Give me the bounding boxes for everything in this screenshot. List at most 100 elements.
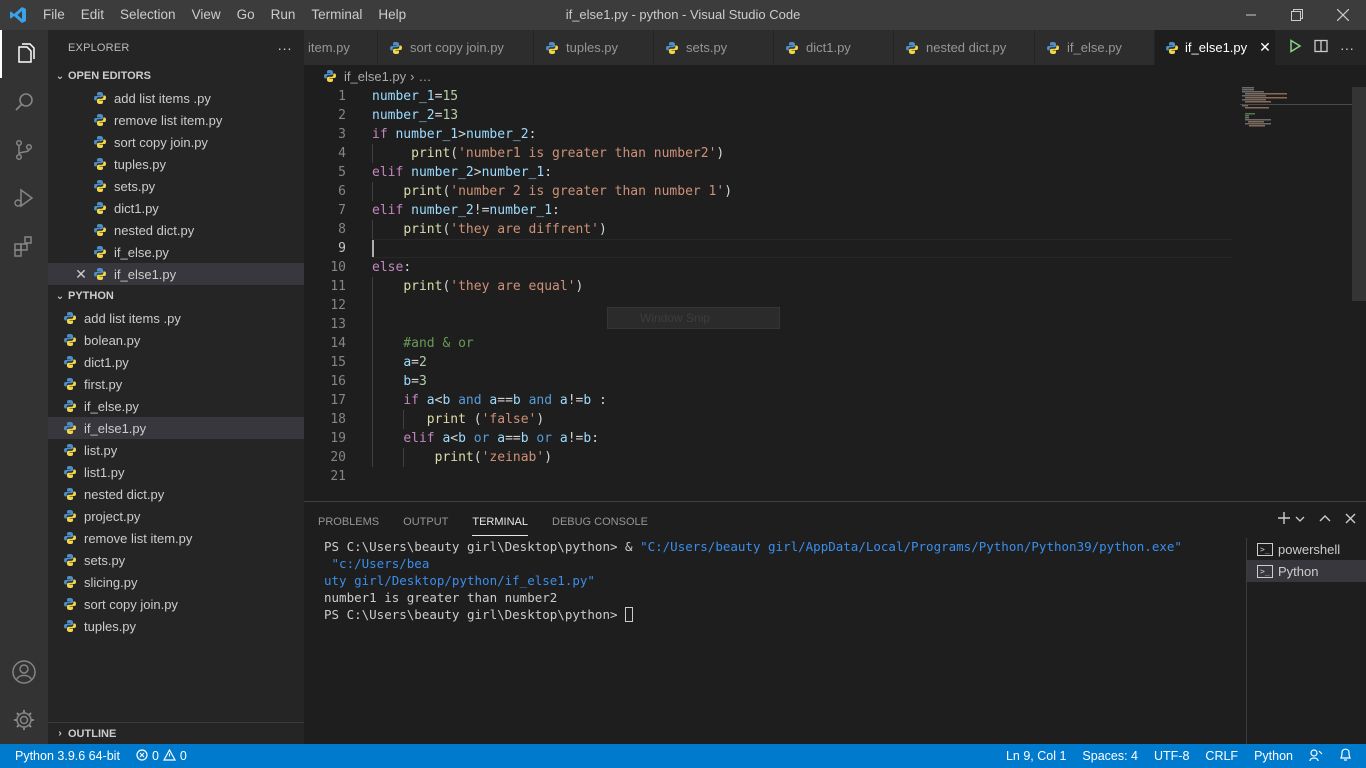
line-number: 17 — [330, 393, 346, 408]
file-item[interactable]: slicing.py — [48, 571, 304, 593]
explorer-icon[interactable] — [0, 30, 48, 78]
tab-label: nested dict.py — [926, 40, 1007, 55]
file-item[interactable]: dict1.py — [48, 351, 304, 373]
notifications-icon[interactable] — [1339, 748, 1352, 765]
terminal-instance-python[interactable]: >_ Python — [1247, 560, 1366, 582]
menu-selection[interactable]: Selection — [112, 0, 184, 30]
source-control-icon[interactable] — [0, 126, 48, 174]
language-mode[interactable]: Python — [1254, 749, 1293, 763]
close-panel-icon[interactable] — [1345, 512, 1356, 527]
menu-file[interactable]: File — [35, 0, 73, 30]
more-actions-icon[interactable]: ··· — [1340, 40, 1354, 56]
new-terminal-icon[interactable] — [1277, 511, 1291, 528]
open-editor-item-active[interactable]: ✕ if_else1.py — [48, 263, 304, 285]
file-label: dict1.py — [84, 354, 129, 370]
file-item[interactable]: list.py — [48, 439, 304, 461]
cursor-position[interactable]: Ln 9, Col 1 — [1006, 749, 1066, 763]
chevron-right-icon: › — [58, 728, 62, 739]
python-file-icon — [62, 398, 78, 414]
terminal-prompt: PS C:\Users\beauty girl\Desktop\python> — [324, 607, 626, 622]
python-interpreter[interactable]: Python 3.9.6 64-bit — [15, 749, 120, 763]
file-item[interactable]: nested dict.py — [48, 483, 304, 505]
split-editor-icon[interactable] — [1314, 39, 1328, 56]
open-editor-item[interactable]: nested dict.py — [48, 219, 304, 241]
code-line: 2 number_2=13 — [304, 106, 1234, 125]
open-editor-item[interactable]: dict1.py — [48, 197, 304, 219]
file-item[interactable]: sets.py — [48, 549, 304, 571]
tab-sets[interactable]: sets.py — [654, 30, 774, 65]
file-item[interactable]: first.py — [48, 373, 304, 395]
tab-dict1[interactable]: dict1.py — [774, 30, 894, 65]
close-editor-icon[interactable]: ✕ — [74, 266, 88, 283]
close-window-icon[interactable] — [1320, 0, 1366, 30]
tab-output[interactable]: OUTPUT — [403, 510, 448, 536]
file-item[interactable]: project.py — [48, 505, 304, 527]
file-label: add list items .py — [84, 310, 181, 326]
menu-terminal[interactable]: Terminal — [303, 0, 370, 30]
open-editor-item[interactable]: sets.py — [48, 175, 304, 197]
account-icon[interactable] — [0, 648, 48, 696]
more-actions-icon[interactable]: ··· — [277, 40, 292, 56]
settings-gear-icon[interactable] — [0, 696, 48, 744]
encoding[interactable]: UTF-8 — [1154, 749, 1189, 763]
tab-if-else1-active[interactable]: if_else1.py ✕ — [1155, 30, 1276, 65]
file-item[interactable]: if_else.py — [48, 395, 304, 417]
breadcrumb-file[interactable]: if_else1.py — [344, 69, 406, 84]
menu-view[interactable]: View — [184, 0, 229, 30]
code-editor[interactable]: 1 number_1=15 2 number_2=13 3 if number_1>n… — [304, 87, 1366, 501]
file-item[interactable]: tuples.py — [48, 615, 304, 637]
chevron-down-icon[interactable] — [1295, 512, 1305, 527]
extensions-icon[interactable] — [0, 222, 48, 270]
menu-edit[interactable]: Edit — [73, 0, 112, 30]
code-line: 15 a=2 — [304, 353, 1234, 372]
tab-tuples[interactable]: tuples.py — [534, 30, 654, 65]
tab-item-py[interactable]: item.py — [304, 30, 378, 65]
python-file-icon — [544, 40, 560, 56]
maximize-panel-icon[interactable] — [1319, 512, 1331, 527]
tab-terminal[interactable]: TERMINAL — [472, 510, 528, 536]
file-item[interactable]: add list items .py — [48, 307, 304, 329]
menu-help[interactable]: Help — [370, 0, 414, 30]
file-item[interactable]: bolean.py — [48, 329, 304, 351]
file-item[interactable]: sort copy join.py — [48, 593, 304, 615]
file-item[interactable]: remove list item.py — [48, 527, 304, 549]
problems-summary[interactable]: 0 0 — [136, 748, 187, 764]
terminal-output[interactable]: PS C:\Users\beauty girl\Desktop\python> … — [324, 538, 1224, 623]
indentation[interactable]: Spaces: 4 — [1082, 749, 1138, 763]
tab-problems[interactable]: PROBLEMS — [318, 510, 379, 536]
feedback-icon[interactable] — [1309, 748, 1323, 765]
search-icon[interactable] — [0, 78, 48, 126]
run-debug-icon[interactable] — [0, 174, 48, 222]
open-editor-item[interactable]: tuples.py — [48, 153, 304, 175]
close-tab-icon[interactable]: ✕ — [1259, 39, 1271, 56]
menu-run[interactable]: Run — [263, 0, 304, 30]
breadcrumb-more[interactable]: … — [419, 69, 432, 84]
python-folder-header[interactable]: ⌄ PYTHON — [48, 285, 304, 307]
tab-debug-console[interactable]: DEBUG CONSOLE — [552, 510, 648, 536]
minimap[interactable] — [1240, 87, 1352, 147]
file-label: add list items .py — [114, 90, 211, 106]
restore-icon[interactable] — [1274, 0, 1320, 30]
scrollbar-thumb[interactable] — [1352, 87, 1366, 301]
file-item-active[interactable]: if_else1.py — [48, 417, 304, 439]
minimize-icon[interactable] — [1228, 0, 1274, 30]
python-file-icon — [62, 332, 78, 348]
menu-go[interactable]: Go — [229, 0, 263, 30]
line-number: 3 — [338, 127, 346, 142]
run-file-icon[interactable] — [1288, 39, 1302, 56]
tab-sort-copy-join[interactable]: sort copy join.py — [378, 30, 534, 65]
open-editor-item[interactable]: sort copy join.py — [48, 131, 304, 153]
terminal-instance-powershell[interactable]: >_ powershell — [1247, 538, 1366, 560]
tab-nested-dict[interactable]: nested dict.py — [894, 30, 1035, 65]
open-editor-item[interactable]: if_else.py — [48, 241, 304, 263]
tab-if-else[interactable]: if_else.py — [1035, 30, 1155, 65]
open-editor-item[interactable]: add list items .py — [48, 87, 304, 109]
editor-scrollbar[interactable] — [1352, 87, 1366, 501]
outline-header[interactable]: › OUTLINE — [48, 722, 304, 744]
end-of-line[interactable]: CRLF — [1205, 749, 1238, 763]
open-editor-item[interactable]: remove list item.py — [48, 109, 304, 131]
code-text: a=2 — [403, 355, 427, 370]
file-item[interactable]: list1.py — [48, 461, 304, 483]
open-editors-header[interactable]: ⌄ OPEN EDITORS — [48, 65, 304, 87]
file-label: if_else1.py — [84, 420, 147, 436]
